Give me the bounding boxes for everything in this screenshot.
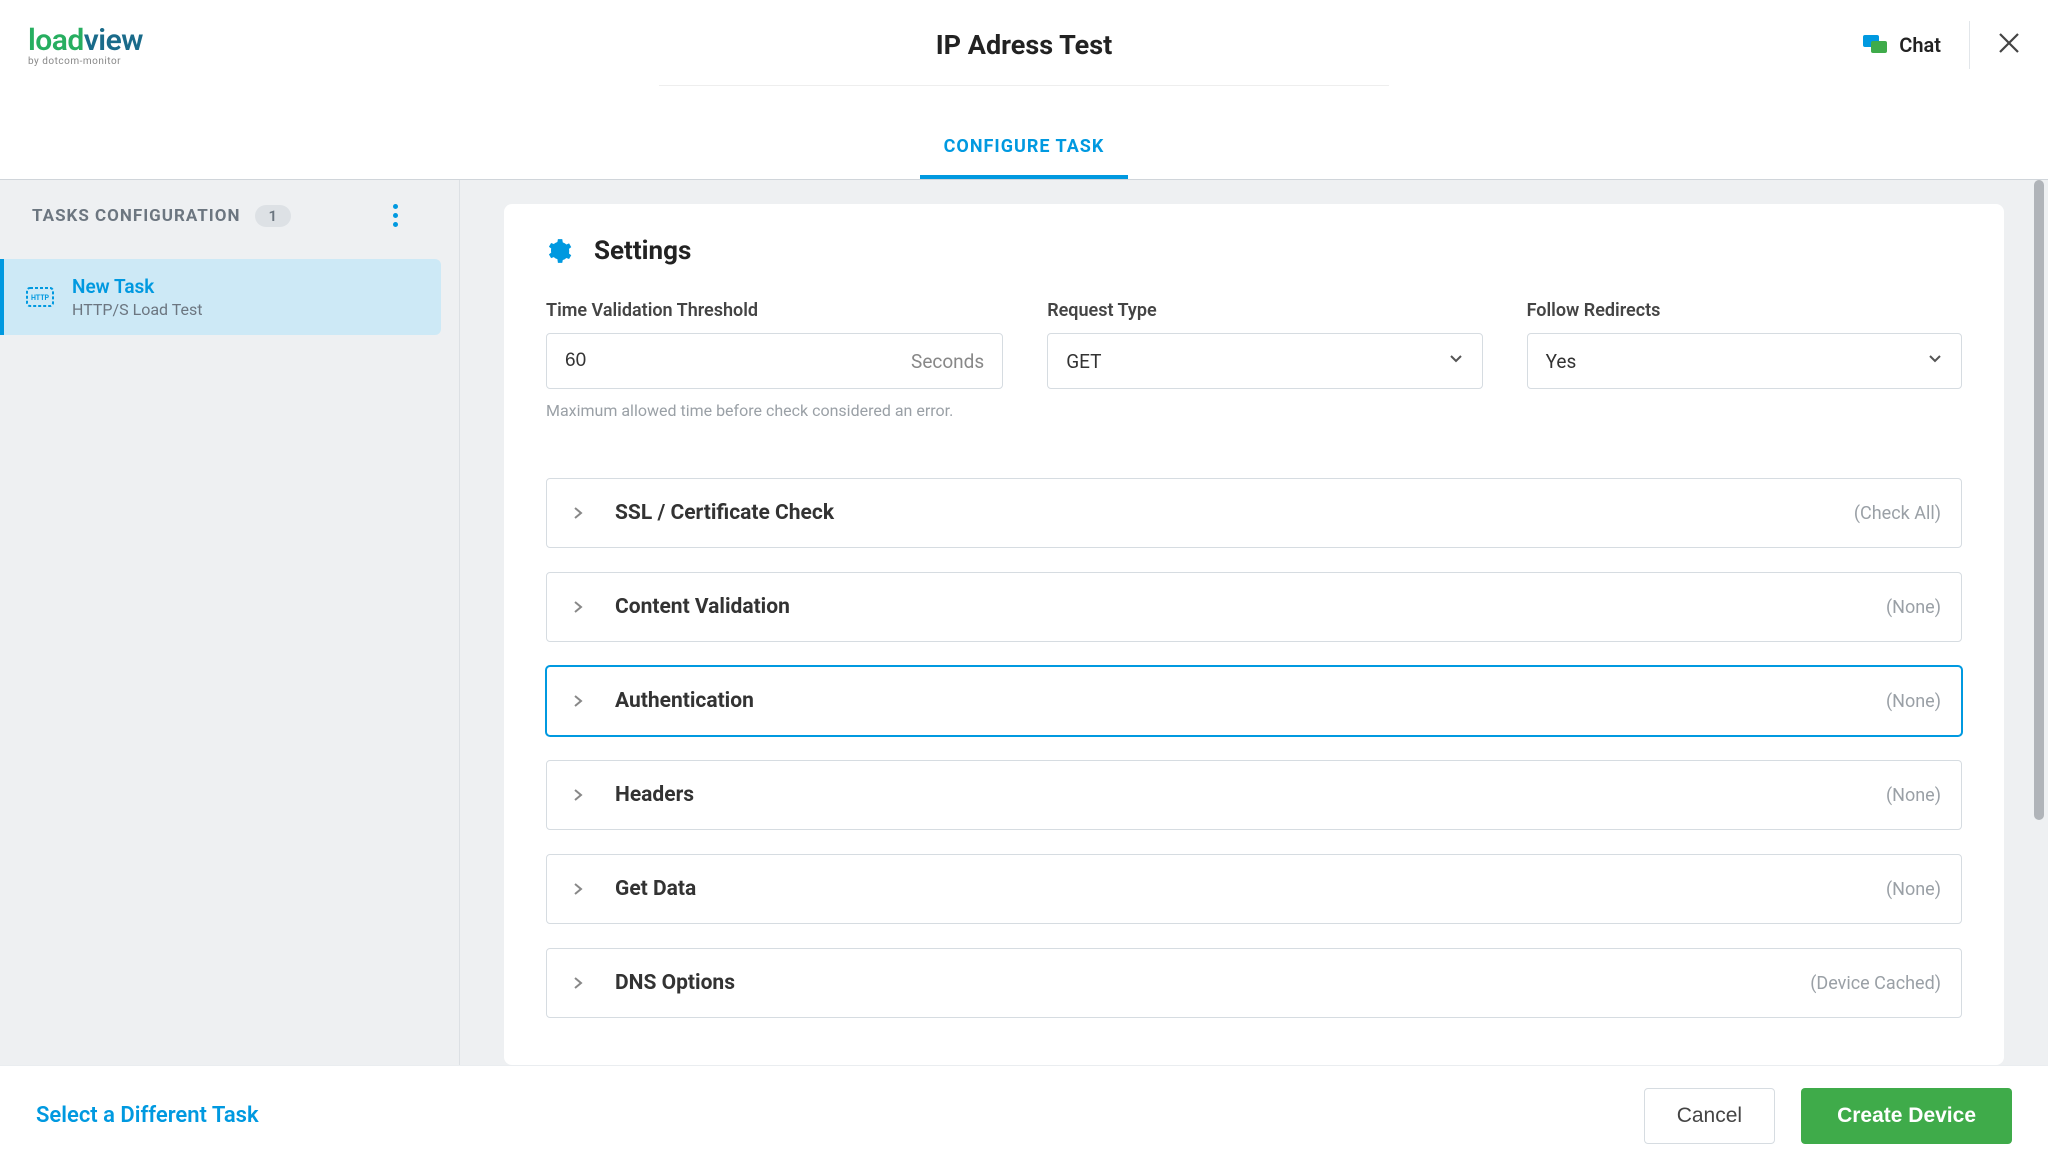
follow-redirects-label: Follow Redirects — [1527, 300, 1962, 321]
tab-bar: CONFIGURE TASK — [0, 90, 2048, 180]
settings-header: Settings — [546, 236, 1962, 266]
chat-button[interactable]: Chat — [1863, 33, 1941, 57]
follow-redirects-select[interactable]: Yes — [1527, 333, 1962, 389]
accordion-headers[interactable]: Headers (None) — [546, 760, 1962, 830]
logo-brand: loadview — [28, 23, 143, 58]
chevron-right-icon — [567, 878, 589, 900]
logo-word-1: load — [28, 23, 84, 58]
accordion-headers-summary: (None) — [1886, 785, 1941, 806]
sidebar-title: TASKS CONFIGURATION — [32, 206, 241, 226]
chat-icon — [1863, 35, 1887, 55]
dot-icon — [393, 222, 398, 227]
chevron-right-icon — [567, 972, 589, 994]
logo-word-2: view — [84, 23, 143, 58]
sidebar: TASKS CONFIGURATION 1 HTTP New Task HTTP… — [0, 180, 460, 1065]
request-type-label: Request Type — [1047, 300, 1482, 321]
task-item-title: New Task — [72, 275, 202, 298]
accordion-getdata-summary: (None) — [1886, 879, 1941, 900]
accordion-ssl-title: SSL / Certificate Check — [615, 501, 834, 525]
tab-configure-task[interactable]: CONFIGURE TASK — [920, 118, 1129, 179]
accordion-content-validation[interactable]: Content Validation (None) — [546, 572, 1962, 642]
select-different-task-link[interactable]: Select a Different Task — [36, 1103, 259, 1128]
close-icon — [1998, 32, 2020, 58]
separator — [1969, 21, 1970, 69]
scrollbar[interactable] — [2034, 180, 2044, 820]
threshold-input[interactable] — [565, 350, 911, 372]
chevron-right-icon — [567, 596, 589, 618]
request-type-select[interactable]: GET — [1047, 333, 1482, 389]
accordion-content-title: Content Validation — [615, 595, 790, 619]
dot-icon — [393, 213, 398, 218]
accordion-authentication[interactable]: Authentication (None) — [546, 666, 1962, 736]
svg-text:HTTP: HTTP — [31, 294, 50, 302]
accordion-dns-summary: (Device Cached) — [1810, 973, 1941, 994]
accordion-ssl[interactable]: SSL / Certificate Check (Check All) — [546, 478, 1962, 548]
accordion-dns-title: DNS Options — [615, 971, 735, 995]
page-title: IP Adress Test — [936, 29, 1112, 61]
accordion-headers-title: Headers — [615, 783, 694, 807]
footer: Select a Different Task Cancel Create De… — [0, 1065, 2048, 1165]
accordion-content-summary: (None) — [1886, 597, 1941, 618]
chevron-right-icon — [567, 784, 589, 806]
accordion-dns-options[interactable]: DNS Options (Device Cached) — [546, 948, 1962, 1018]
body: TASKS CONFIGURATION 1 HTTP New Task HTTP… — [0, 180, 2048, 1065]
create-device-button[interactable]: Create Device — [1801, 1088, 2012, 1144]
accordion-auth-summary: (None) — [1886, 691, 1941, 712]
threshold-field: Time Validation Threshold Seconds — [546, 300, 1003, 389]
task-item-text: New Task HTTP/S Load Test — [72, 275, 202, 319]
chevron-right-icon — [567, 690, 589, 712]
sidebar-task-item[interactable]: HTTP New Task HTTP/S Load Test — [0, 259, 441, 335]
threshold-help-text: Maximum allowed time before check consid… — [546, 401, 1962, 420]
accordion-auth-title: Authentication — [615, 689, 754, 713]
threshold-label: Time Validation Threshold — [546, 300, 1003, 321]
task-item-subtitle: HTTP/S Load Test — [72, 300, 202, 319]
close-button[interactable] — [1998, 34, 2020, 56]
request-type-field: Request Type GET — [1047, 300, 1482, 389]
dot-icon — [393, 204, 398, 209]
settings-card: Settings Time Validation Threshold Secon… — [504, 204, 2004, 1065]
gear-icon — [546, 238, 572, 264]
settings-row: Time Validation Threshold Seconds Reques… — [546, 300, 1962, 389]
accordion-get-data[interactable]: Get Data (None) — [546, 854, 1962, 924]
app-header: loadview by dotcom-monitor IP Adress Tes… — [0, 0, 2048, 90]
chat-label: Chat — [1899, 33, 1941, 57]
chevron-down-icon — [1927, 351, 1943, 371]
threshold-input-wrap: Seconds — [546, 333, 1003, 389]
chevron-right-icon — [567, 502, 589, 524]
sidebar-header: TASKS CONFIGURATION 1 — [0, 204, 459, 227]
header-actions: Chat — [1863, 21, 2020, 69]
logo: loadview by dotcom-monitor — [28, 23, 143, 67]
accordion-ssl-summary: (Check All) — [1854, 503, 1941, 524]
http-icon: HTTP — [26, 287, 54, 307]
logo-tagline: by dotcom-monitor — [28, 56, 121, 67]
settings-title: Settings — [594, 236, 691, 266]
threshold-unit: Seconds — [911, 350, 984, 373]
request-type-value: GET — [1066, 350, 1101, 373]
follow-redirects-value: Yes — [1546, 350, 1577, 373]
task-count-badge: 1 — [255, 205, 292, 227]
cancel-button[interactable]: Cancel — [1644, 1088, 1775, 1144]
main-panel: Settings Time Validation Threshold Secon… — [460, 180, 2048, 1065]
title-underline — [659, 85, 1389, 86]
follow-redirects-field: Follow Redirects Yes — [1527, 300, 1962, 389]
chevron-down-icon — [1448, 351, 1464, 371]
accordion-getdata-title: Get Data — [615, 877, 696, 901]
sidebar-menu-button[interactable] — [393, 204, 399, 227]
